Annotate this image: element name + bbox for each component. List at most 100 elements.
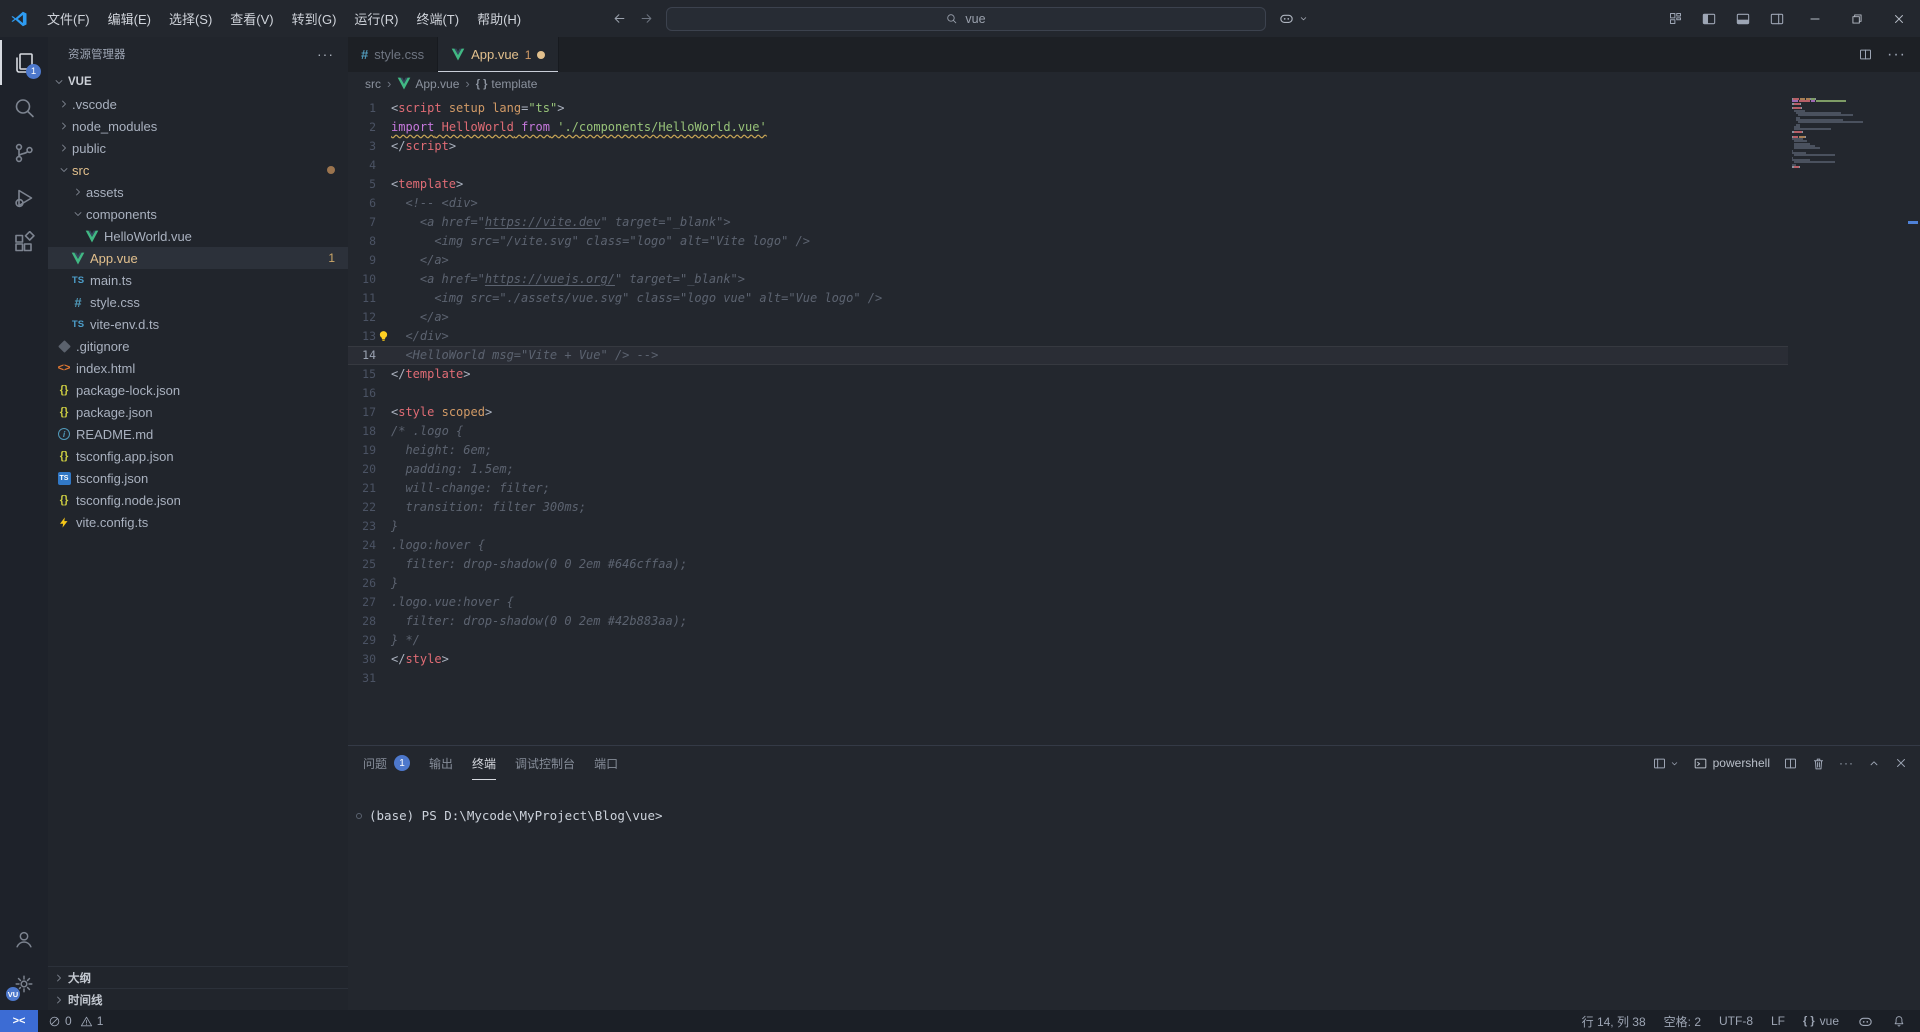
more-actions-icon[interactable]: ··· bbox=[317, 46, 334, 62]
menu-item[interactable]: 选择(S) bbox=[160, 6, 221, 31]
toggle-secondary-sidebar-icon[interactable] bbox=[1760, 4, 1794, 34]
file-tree-item[interactable]: App.vue1 bbox=[48, 247, 348, 269]
file-tree-item[interactable]: public bbox=[48, 137, 348, 159]
code-line[interactable]: 13</div> bbox=[348, 327, 1788, 346]
restore-button[interactable] bbox=[1836, 0, 1878, 37]
code-line[interactable]: 24.logo:hover { bbox=[348, 536, 1788, 555]
code-line[interactable]: 1<script setup lang="ts"> bbox=[348, 99, 1788, 118]
activity-search-icon[interactable] bbox=[0, 85, 48, 130]
code-line[interactable]: 12</a> bbox=[348, 308, 1788, 327]
copilot-button[interactable] bbox=[1278, 10, 1309, 27]
eol-status[interactable]: LF bbox=[1771, 1014, 1785, 1028]
panel-tab[interactable]: 终端 bbox=[472, 746, 496, 780]
code-line[interactable]: 7<a href="https://vite.dev" target="_bla… bbox=[348, 213, 1788, 232]
minimap[interactable] bbox=[1792, 98, 1904, 171]
code-line[interactable]: 20padding: 1.5em; bbox=[348, 460, 1788, 479]
code-line[interactable]: 27.logo.vue:hover { bbox=[348, 593, 1788, 612]
editor-tab-App.vue[interactable]: App.vue1 bbox=[438, 37, 559, 72]
file-tree-item[interactable]: vite.config.ts bbox=[48, 511, 348, 533]
toggle-panel-icon[interactable] bbox=[1726, 4, 1760, 34]
breadcrumb-item[interactable]: src bbox=[365, 77, 381, 91]
code-line[interactable]: 6<!-- <div> bbox=[348, 194, 1788, 213]
search-input[interactable]: vue bbox=[666, 7, 1266, 31]
code-line[interactable]: 30</style> bbox=[348, 650, 1788, 669]
file-tree-item[interactable]: HelloWorld.vue bbox=[48, 225, 348, 247]
close-button[interactable] bbox=[1878, 0, 1920, 37]
code-line[interactable]: 9</a> bbox=[348, 251, 1788, 270]
notifications-bell-icon[interactable] bbox=[1892, 1014, 1906, 1028]
activity-run-debug-icon[interactable] bbox=[0, 175, 48, 220]
code-line[interactable]: 17<style scoped> bbox=[348, 403, 1788, 422]
code-line[interactable]: 11<img src="./assets/vue.svg" class="log… bbox=[348, 289, 1788, 308]
indentation-status[interactable]: 空格: 2 bbox=[1664, 1013, 1701, 1030]
lightbulb-icon[interactable] bbox=[376, 330, 391, 343]
back-icon[interactable] bbox=[612, 11, 627, 26]
code-line[interactable]: 29} */ bbox=[348, 631, 1788, 650]
split-editor-icon[interactable] bbox=[1858, 47, 1873, 62]
file-tree-item[interactable]: #style.css bbox=[48, 291, 348, 313]
activity-accounts-icon[interactable] bbox=[0, 916, 48, 961]
activity-explorer-icon[interactable]: 1 bbox=[0, 40, 48, 85]
new-terminal-button[interactable] bbox=[1652, 756, 1680, 771]
activity-settings-icon[interactable]: VU bbox=[0, 961, 48, 1006]
menu-item[interactable]: 查看(V) bbox=[221, 6, 282, 31]
menu-item[interactable]: 帮助(H) bbox=[468, 6, 530, 31]
code-line[interactable]: 10<a href="https://vuejs.org/" target="_… bbox=[348, 270, 1788, 289]
code-line[interactable]: 21will-change: filter; bbox=[348, 479, 1788, 498]
code-line[interactable]: 31 bbox=[348, 669, 1788, 688]
toggle-sidebar-icon[interactable] bbox=[1692, 4, 1726, 34]
menu-item[interactable]: 终端(T) bbox=[407, 6, 468, 31]
file-tree-item[interactable]: node_modules bbox=[48, 115, 348, 137]
code-line[interactable]: 15</template> bbox=[348, 365, 1788, 384]
more-actions-icon[interactable]: ··· bbox=[1839, 756, 1854, 770]
file-tree-item[interactable]: assets bbox=[48, 181, 348, 203]
menu-item[interactable]: 运行(R) bbox=[345, 6, 407, 31]
code-line[interactable]: 19height: 6em; bbox=[348, 441, 1788, 460]
code-line[interactable]: 16 bbox=[348, 384, 1788, 403]
file-tree-item[interactable]: <>index.html bbox=[48, 357, 348, 379]
menu-item[interactable]: 编辑(E) bbox=[99, 6, 160, 31]
file-tree-item[interactable]: components bbox=[48, 203, 348, 225]
menu-item[interactable]: 文件(F) bbox=[38, 6, 99, 31]
file-tree-item[interactable]: {}package-lock.json bbox=[48, 379, 348, 401]
file-tree-item[interactable]: {}tsconfig.app.json bbox=[48, 445, 348, 467]
code-line[interactable]: 18/* .logo { bbox=[348, 422, 1788, 441]
code-line[interactable]: 5<template> bbox=[348, 175, 1788, 194]
file-tree-item[interactable]: {}package.json bbox=[48, 401, 348, 423]
remote-indicator[interactable]: >< bbox=[0, 1010, 38, 1032]
code-line[interactable]: 26} bbox=[348, 574, 1788, 593]
file-tree-item[interactable]: TStsconfig.json bbox=[48, 467, 348, 489]
cursor-position[interactable]: 行 14, 列 38 bbox=[1582, 1013, 1646, 1030]
activity-source-control-icon[interactable] bbox=[0, 130, 48, 175]
terminal[interactable]: (base) PS D:\Mycode\MyProject\Blog\vue> bbox=[348, 780, 1920, 823]
minimize-button[interactable] bbox=[1794, 0, 1836, 37]
language-mode[interactable]: { } vue bbox=[1803, 1014, 1839, 1028]
project-section-header[interactable]: VUE bbox=[48, 70, 348, 93]
more-actions-icon[interactable]: ··· bbox=[1887, 46, 1906, 64]
breadcrumb-item[interactable]: { }template bbox=[476, 77, 538, 91]
split-terminal-icon[interactable] bbox=[1783, 756, 1798, 771]
code-line[interactable]: 25filter: drop-shadow(0 0 2em #646cffaa)… bbox=[348, 555, 1788, 574]
sidebar-section-outline[interactable]: 大纲 bbox=[48, 966, 348, 988]
code-line[interactable]: 3</script> bbox=[348, 137, 1788, 156]
file-tree-item[interactable]: iREADME.md bbox=[48, 423, 348, 445]
editor-tab-style.css[interactable]: #style.css bbox=[348, 37, 438, 72]
menu-item[interactable]: 转到(G) bbox=[283, 6, 346, 31]
forward-icon[interactable] bbox=[639, 11, 654, 26]
maximize-panel-icon[interactable] bbox=[1867, 756, 1881, 770]
code-line[interactable]: 23} bbox=[348, 517, 1788, 536]
sidebar-section-timeline[interactable]: 时间线 bbox=[48, 988, 348, 1010]
code-line[interactable]: 2import HelloWorld from './components/He… bbox=[348, 118, 1788, 137]
close-panel-icon[interactable] bbox=[1894, 756, 1908, 770]
code-line[interactable]: 28filter: drop-shadow(0 0 2em #42b883aa)… bbox=[348, 612, 1788, 631]
file-tree-item[interactable]: {}tsconfig.node.json bbox=[48, 489, 348, 511]
terminal-list-item[interactable]: powershell bbox=[1693, 756, 1770, 771]
kill-terminal-icon[interactable] bbox=[1811, 756, 1826, 771]
code-line[interactable]: 8<img src="/vite.svg" class="logo" alt="… bbox=[348, 232, 1788, 251]
code-line[interactable]: 14<HelloWorld msg="Vite + Vue" /> --> bbox=[348, 346, 1788, 365]
code-line[interactable]: 22transition: filter 300ms; bbox=[348, 498, 1788, 517]
file-tree-item[interactable]: TSvite-env.d.ts bbox=[48, 313, 348, 335]
panel-tab[interactable]: 调试控制台 bbox=[515, 746, 575, 780]
copilot-status[interactable] bbox=[1857, 1013, 1874, 1030]
file-tree-item[interactable]: .gitignore bbox=[48, 335, 348, 357]
